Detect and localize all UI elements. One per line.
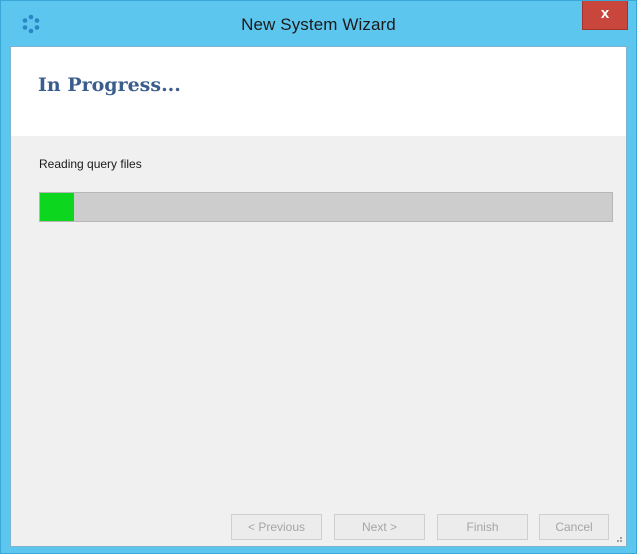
window-title: New System Wizard <box>241 15 396 34</box>
progress-bar <box>39 192 613 222</box>
close-button[interactable]: x <box>582 1 628 30</box>
wizard-body: In Progress... Reading query files < Pre… <box>10 46 627 547</box>
next-button[interactable]: Next > <box>334 514 425 540</box>
title-bar[interactable]: New System Wizard x <box>1 1 636 46</box>
wizard-window: New System Wizard x In Progress... Readi… <box>0 0 637 554</box>
cancel-button[interactable]: Cancel <box>539 514 609 540</box>
finish-button[interactable]: Finish <box>437 514 528 540</box>
previous-button[interactable]: < Previous <box>231 514 322 540</box>
page-heading: In Progress... <box>38 74 181 96</box>
close-icon: x <box>600 5 610 22</box>
resize-grip-icon[interactable] <box>613 533 623 543</box>
progress-fill <box>40 193 75 221</box>
header-band: In Progress... <box>11 47 626 136</box>
progress-status-text: Reading query files <box>39 157 142 171</box>
